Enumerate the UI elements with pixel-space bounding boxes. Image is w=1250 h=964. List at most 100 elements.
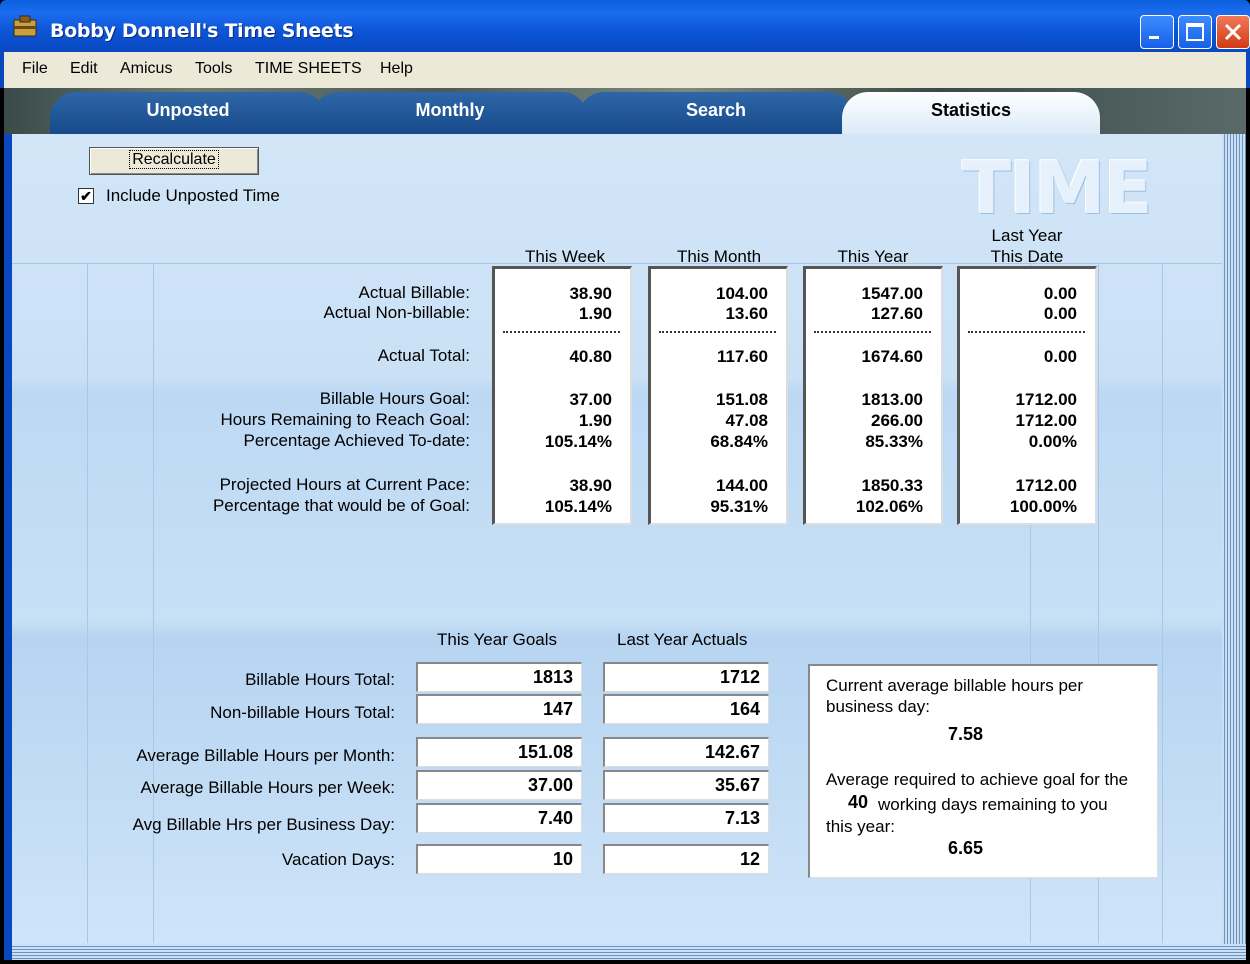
column-header-this-year: This Year xyxy=(837,247,909,266)
title-bar[interactable]: Bobby Donnell's Time Sheets xyxy=(0,0,1250,52)
stat-value: 38.90 xyxy=(569,284,612,303)
window-title: Bobby Donnell's Time Sheets xyxy=(50,20,354,42)
sum-divider xyxy=(503,331,620,333)
goal-avg-week-field[interactable]: 37.00 xyxy=(416,770,582,800)
field-value: 7.40 xyxy=(537,808,573,828)
tab-statistics[interactable]: Statistics xyxy=(842,92,1100,134)
required-average-value: 6.65 xyxy=(948,838,984,858)
stat-value: 144.00 xyxy=(716,476,768,495)
menu-time-sheets[interactable]: TIME SHEETS xyxy=(255,60,362,78)
stat-value: 1712.00 xyxy=(1015,476,1077,495)
stat-value: 1712.00 xyxy=(1015,390,1077,409)
info-text: Average required to achieve goal for the xyxy=(826,770,1129,789)
menu-amicus[interactable]: Amicus xyxy=(120,60,172,78)
stats-box-last-year: 0.00 0.00 0.00 1712.00 1712.00 0.00% 171… xyxy=(957,266,1097,525)
include-unposted-label: Include Unposted Time xyxy=(106,186,280,205)
row-label-actual-total: Actual Total: xyxy=(377,346,470,365)
stat-value: 127.60 xyxy=(871,304,923,323)
stat-value: 1547.00 xyxy=(861,284,923,303)
stat-value: 0.00% xyxy=(1028,432,1077,451)
working-days-value: 40 xyxy=(848,792,869,812)
stat-value: 95.31% xyxy=(710,497,768,516)
goal-label-avg-month: Average Billable Hours per Month: xyxy=(136,746,395,765)
stats-box-this-month: 104.00 13.60 117.60 151.08 47.08 68.84% … xyxy=(648,266,788,525)
maximize-button[interactable] xyxy=(1178,15,1212,49)
stat-value: 68.84% xyxy=(710,432,768,451)
goal-label-avg-day: Avg Billable Hrs per Business Day: xyxy=(132,815,395,834)
checkmark-icon: ✔ xyxy=(80,188,92,204)
column-header-line: Last Year xyxy=(991,226,1063,245)
stat-value: 37.00 xyxy=(569,390,612,409)
divider xyxy=(1162,263,1163,943)
stat-value: 105.14% xyxy=(544,497,612,516)
stat-value: 105.14% xyxy=(544,432,612,451)
stat-value: 47.08 xyxy=(725,411,768,430)
divider xyxy=(87,263,88,943)
recalculate-button[interactable]: Recalculate xyxy=(89,147,259,175)
time-logo: TIME xyxy=(962,146,1153,230)
sum-divider xyxy=(968,331,1085,333)
info-text: Current average billable hours per xyxy=(826,676,1084,695)
field-value: 1712 xyxy=(719,667,760,687)
row-label-remaining: Hours Remaining to Reach Goal: xyxy=(220,410,470,429)
stat-value: 85.33% xyxy=(865,432,923,451)
goals-header-last-year: Last Year Actuals xyxy=(617,630,748,649)
goal-nonbillable-total-field[interactable]: 147 xyxy=(416,694,582,724)
tab-search[interactable]: Search xyxy=(578,92,854,134)
goal-label-nonbillable-total: Non-billable Hours Total: xyxy=(210,703,395,722)
stats-box-this-year: 1547.00 127.60 1674.60 1813.00 266.00 85… xyxy=(803,266,943,525)
info-text: this year: xyxy=(826,817,895,836)
stat-value: 266.00 xyxy=(871,411,923,430)
actual-avg-month-field[interactable]: 142.67 xyxy=(603,737,769,767)
field-value: 142.67 xyxy=(704,742,760,762)
actual-vacation-field[interactable]: 12 xyxy=(603,844,769,874)
average-info-box: Current average billable hours per busin… xyxy=(808,664,1158,878)
include-unposted-checkbox[interactable]: ✔ xyxy=(78,188,94,204)
goal-billable-total-field[interactable]: 1813 xyxy=(416,662,582,692)
goal-avg-day-field[interactable]: 7.40 xyxy=(416,803,582,833)
stat-value: 104.00 xyxy=(716,284,768,303)
goal-avg-month-field[interactable]: 151.08 xyxy=(416,737,582,767)
actual-nonbillable-total-field[interactable]: 164 xyxy=(603,694,769,724)
stat-value: 102.06% xyxy=(855,497,923,516)
menu-help[interactable]: Help xyxy=(380,60,413,78)
goal-label-avg-week: Average Billable Hours per Week: xyxy=(140,778,395,797)
tab-label: Search xyxy=(685,100,747,120)
actual-avg-day-field[interactable]: 7.13 xyxy=(603,803,769,833)
field-value: 7.13 xyxy=(724,808,760,828)
row-label-goal: Billable Hours Goal: xyxy=(319,389,470,408)
stat-value: 0.00 xyxy=(1043,304,1077,323)
menu-edit[interactable]: Edit xyxy=(70,60,98,78)
field-value: 10 xyxy=(552,849,573,869)
row-label-pct-goal: Percentage that would be of Goal: xyxy=(212,496,470,515)
row-label-projected: Projected Hours at Current Pace: xyxy=(219,475,470,494)
stat-value: 100.00% xyxy=(1009,497,1077,516)
tab-label: Statistics xyxy=(930,100,1012,120)
tab-monthly[interactable]: Monthly xyxy=(312,92,588,134)
tab-unposted[interactable]: Unposted xyxy=(50,92,326,134)
field-value: 35.67 xyxy=(714,775,760,795)
close-button[interactable] xyxy=(1216,15,1250,49)
field-value: 37.00 xyxy=(527,775,573,795)
column-header-this-month: This Month xyxy=(676,247,762,266)
stat-value: 1674.60 xyxy=(861,347,923,366)
tab-label: Monthly xyxy=(415,100,485,120)
tab-label: Unposted xyxy=(146,100,230,120)
goal-vacation-field[interactable]: 10 xyxy=(416,844,582,874)
goals-header-this-year: This Year Goals xyxy=(437,630,558,649)
row-label-pct-achieved: Percentage Achieved To-date: xyxy=(243,431,470,450)
stat-value: 1.90 xyxy=(578,411,612,430)
field-value: 12 xyxy=(739,849,760,869)
column-header-last-year: Last Year This Date xyxy=(952,225,1102,267)
minimize-button[interactable] xyxy=(1140,15,1174,49)
stat-value: 40.80 xyxy=(569,347,612,366)
row-label-actual-billable: Actual Billable: xyxy=(358,283,470,302)
actual-billable-total-field[interactable]: 1712 xyxy=(603,662,769,692)
stat-value: 1712.00 xyxy=(1015,411,1077,430)
menu-tools[interactable]: Tools xyxy=(195,60,232,78)
menu-file[interactable]: File xyxy=(22,60,48,78)
actual-avg-week-field[interactable]: 35.67 xyxy=(603,770,769,800)
stat-value: 1813.00 xyxy=(861,390,923,409)
stat-value: 0.00 xyxy=(1043,347,1077,366)
minimize-icon xyxy=(1149,36,1159,39)
